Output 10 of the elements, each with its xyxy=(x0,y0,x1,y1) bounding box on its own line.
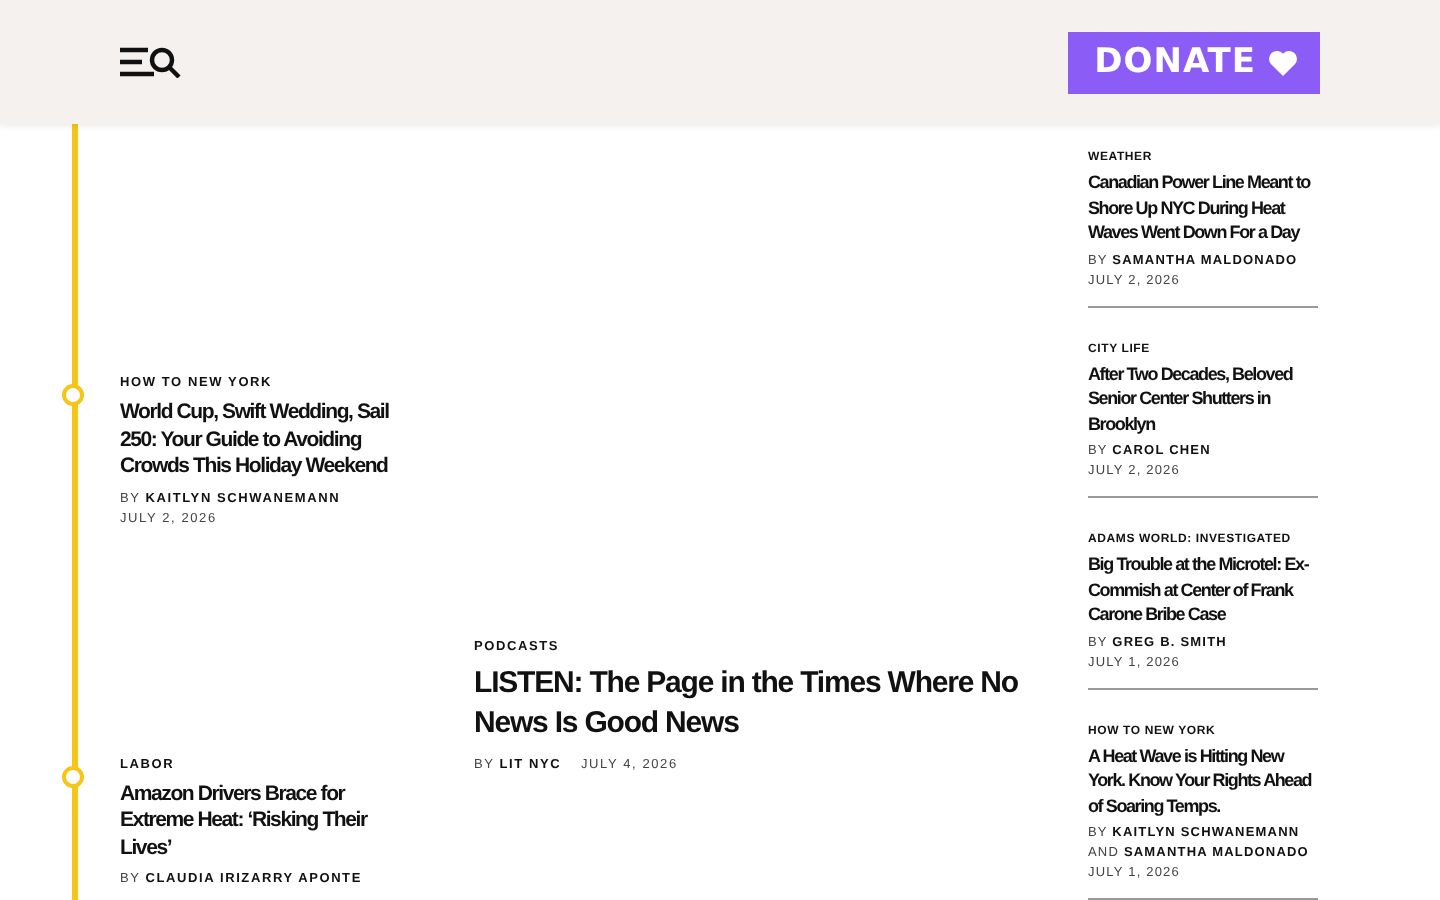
heart-icon xyxy=(1268,49,1298,75)
headline[interactable]: Canadian Power Line Meant to Shore Up NYC During Heat Waves Went Down For a Day xyxy=(1088,170,1318,245)
donate-button[interactable]: DONATE xyxy=(1068,31,1320,93)
headline[interactable]: World Cup, Swift Wedding, Sail 250: Your Guide to Avoiding Crowds This Holiday Weekend xyxy=(120,400,414,481)
headline[interactable]: Big Trouble at the Microtel: Ex-Commish at Center of Frank Carone Bribe Case xyxy=(1088,552,1318,627)
headline[interactable]: Amazon Drivers Brace for Extreme Heat: ‘Risking Their Lives’ xyxy=(120,781,414,862)
menu-search-icon[interactable] xyxy=(120,46,182,78)
headline[interactable]: A Heat Wave is Hitting New York. Know Your Rights Ahead of Soaring Temps. xyxy=(1088,743,1318,818)
headline[interactable]: After Two Decades, Beloved Senior Center Shutters in Brooklyn xyxy=(1088,361,1318,436)
headline[interactable]: LISTEN: The Page in the Times Where No News Is Good News xyxy=(474,664,1032,744)
